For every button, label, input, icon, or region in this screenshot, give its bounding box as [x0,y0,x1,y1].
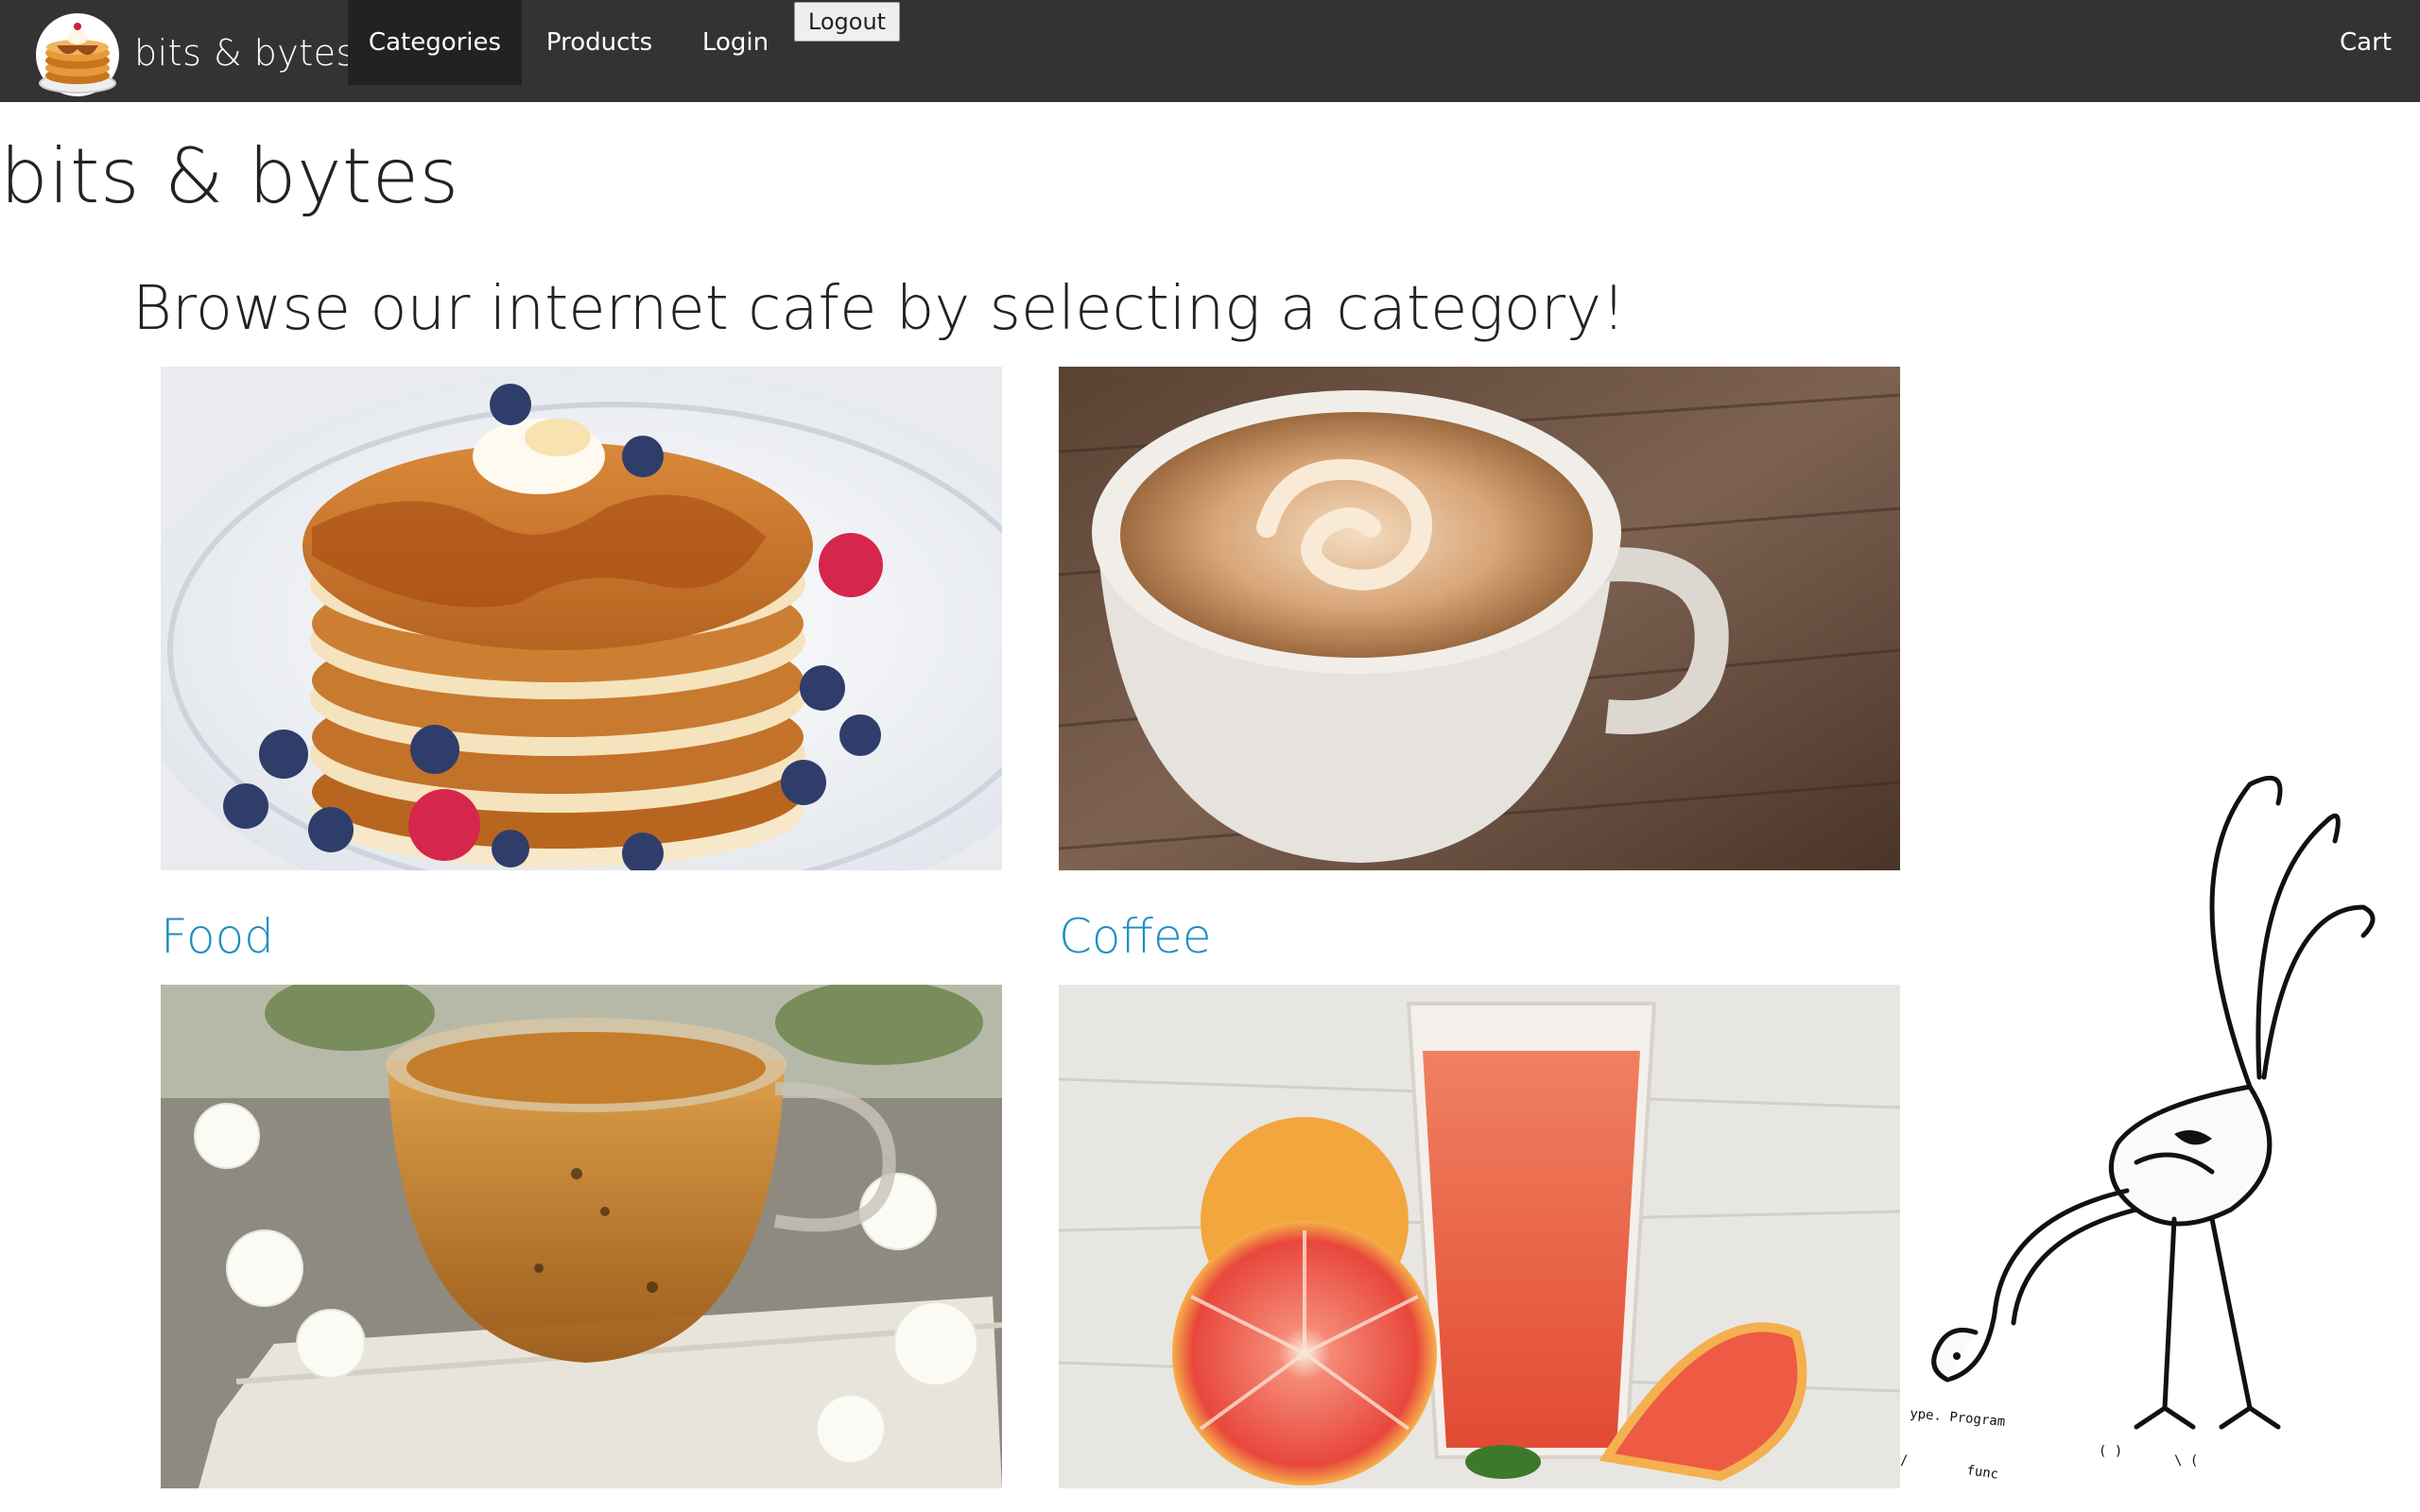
top-navbar: bits & bytes Categories Products Login L… [0,0,2420,102]
page-title: bits & bytes [0,132,459,220]
nav-login[interactable]: Login [684,0,786,85]
brand-name: bits & bytes [134,32,355,74]
coffee-category-image[interactable] [1059,367,1900,870]
nav-products[interactable]: Products [529,0,669,85]
page-subtitle: Browse our internet cafe by selecting a … [132,274,1626,344]
cart-link[interactable]: Cart [2340,0,2392,85]
svg-text:/: / [1900,1453,1908,1469]
juice-category-image[interactable] [1059,985,1900,1488]
svg-text:\ (: \ ( [2174,1453,2198,1469]
food-category-label[interactable]: Food [161,909,274,964]
pancake-logo-icon [36,13,119,96]
nav-categories[interactable]: Categories [348,0,522,85]
svg-text:func: func [1965,1463,1999,1483]
svg-text:ype. Program: ype. Program [1910,1406,2006,1430]
coffee-category-label[interactable]: Coffee [1059,909,1211,964]
tea-category-image[interactable] [161,985,1002,1488]
bird-illustration: ype. Program func ( ) / \ ( [1900,775,2376,1483]
logout-button[interactable]: Logout [794,2,900,42]
svg-text:( ): ( ) [2099,1444,2122,1459]
brand-link[interactable]: bits & bytes [28,8,355,98]
food-category-image[interactable] [161,367,1002,870]
